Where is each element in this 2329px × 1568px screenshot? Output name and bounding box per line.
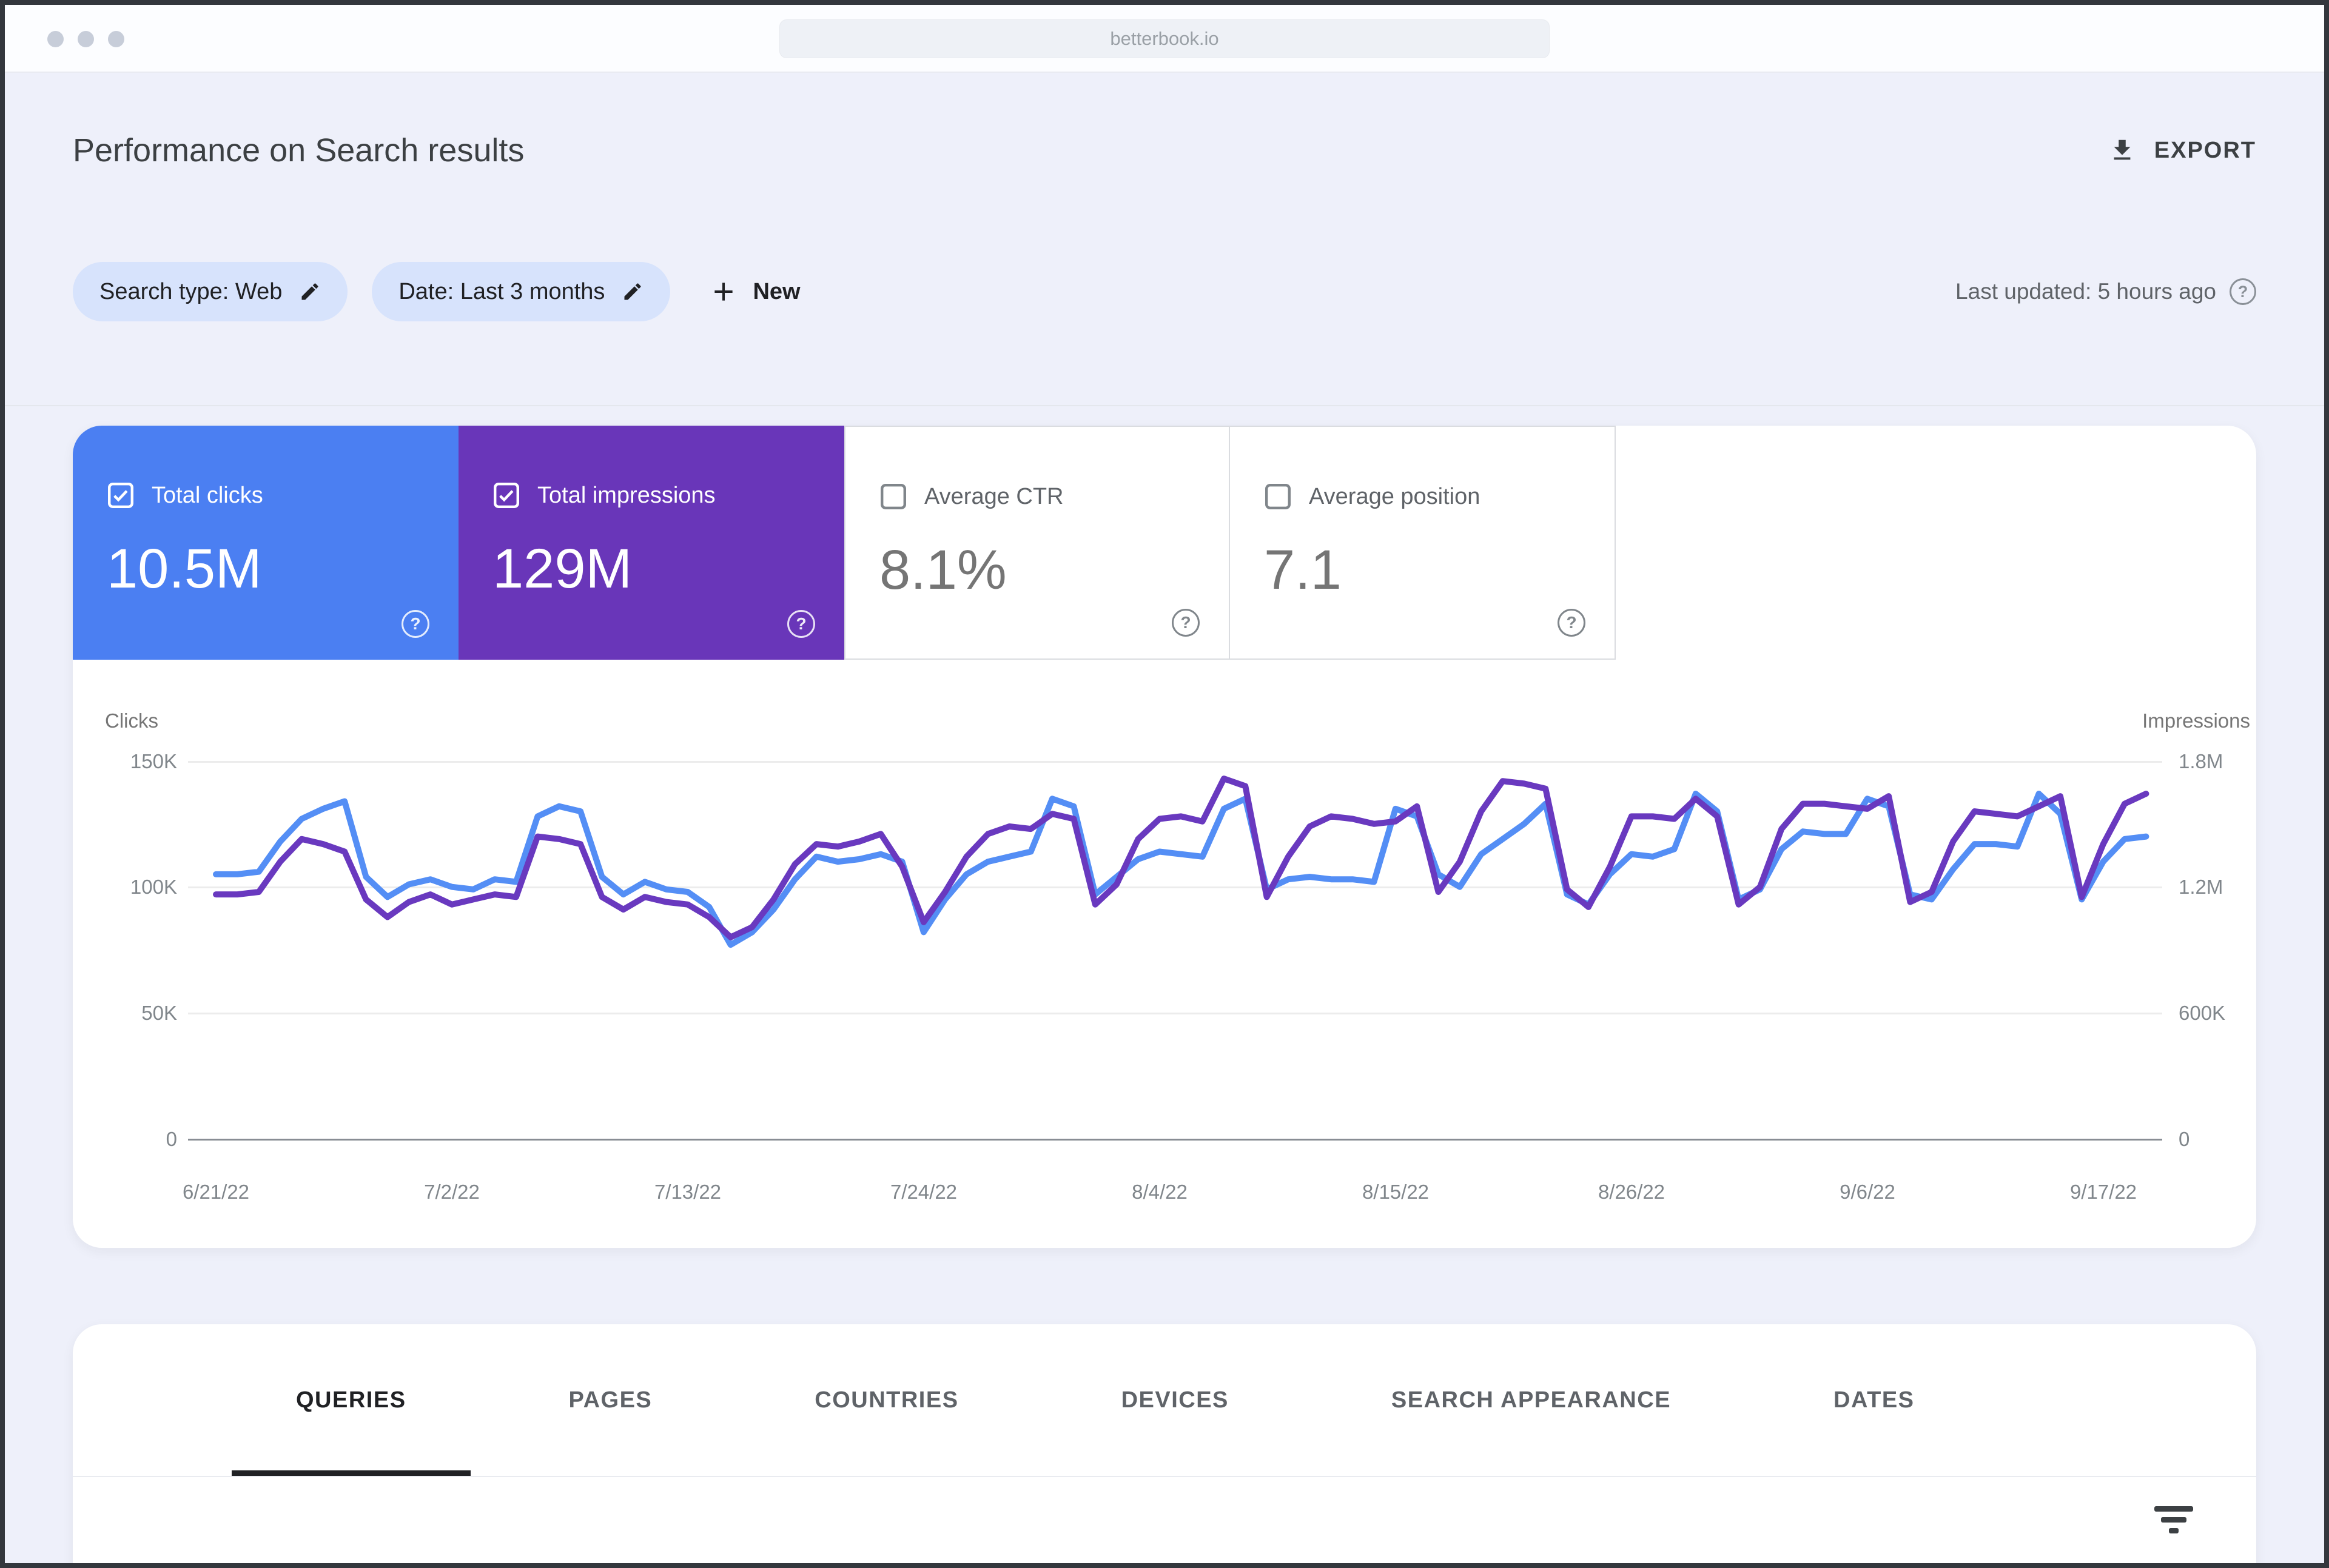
tab-devices[interactable]: DEVICES [1057, 1324, 1293, 1476]
app-window: betterbook.io Performance on Search resu… [0, 0, 2329, 1568]
help-icon[interactable]: ? [2230, 278, 2256, 305]
last-updated-text: Last updated: 5 hours ago [1955, 279, 2216, 304]
tab-queries[interactable]: QUERIES [232, 1324, 471, 1476]
metric-value: 129M [492, 538, 633, 600]
date-range-chip-label: Date: Last 3 months [398, 278, 605, 304]
window-dot-icon[interactable] [78, 31, 94, 47]
new-filter-label: New [753, 278, 801, 304]
metric-tile-total-impressions[interactable]: Total impressions 129M ? [459, 426, 844, 660]
window-dot-icon[interactable] [47, 31, 64, 47]
search-type-chip[interactable]: Search type: Web [73, 262, 348, 321]
window-controls[interactable] [47, 31, 124, 47]
checkbox-unchecked-icon[interactable] [879, 483, 907, 511]
new-filter-button[interactable]: New [710, 278, 801, 305]
tab-dates[interactable]: DATES [1769, 1324, 1978, 1476]
metric-tile-total-clicks[interactable]: Total clicks 10.5M ? [73, 426, 459, 660]
metric-label: Total clicks [152, 482, 263, 508]
metric-label: Average position [1309, 483, 1480, 509]
checkbox-checked-icon[interactable] [492, 481, 520, 509]
checkbox-unchecked-icon[interactable] [1264, 483, 1292, 511]
last-updated: Last updated: 5 hours ago ? [1955, 278, 2256, 305]
metric-tile-average-ctr[interactable]: Average CTR 8.1% ? [844, 426, 1230, 660]
download-icon [2108, 136, 2136, 164]
metric-value: 7.1 [1264, 539, 1342, 601]
export-label: EXPORT [2154, 137, 2256, 163]
active-tab-underline [232, 1470, 471, 1476]
line-impressions [213, 776, 2149, 940]
header-divider [5, 405, 2324, 406]
table-toolbar [73, 1477, 2256, 1563]
dimensions-panel: QUERIES PAGES COUNTRIES DEVICES SEARCH A… [73, 1324, 2256, 1563]
metric-tile-average-position[interactable]: Average position 7.1 ? [1230, 426, 1616, 660]
performance-panel: Total clicks 10.5M ? Total impressions 1… [73, 426, 2256, 1248]
metric-label: Total impressions [537, 482, 716, 508]
pencil-icon[interactable] [622, 281, 644, 303]
help-icon[interactable]: ? [787, 610, 815, 638]
address-bar[interactable]: betterbook.io [779, 19, 1550, 58]
browser-chrome: betterbook.io [5, 5, 2324, 73]
tab-countries[interactable]: COUNTRIES [750, 1324, 1023, 1476]
date-range-chip[interactable]: Date: Last 3 months [372, 262, 671, 321]
tab-pages[interactable]: PAGES [505, 1324, 717, 1476]
export-button[interactable]: EXPORT [2108, 136, 2256, 164]
metric-label: Average CTR [924, 483, 1064, 509]
url-text: betterbook.io [1110, 28, 1219, 49]
page-title: Performance on Search results [73, 132, 525, 169]
tab-search-appearance[interactable]: SEARCH APPEARANCE [1327, 1324, 1735, 1476]
dimension-tabs: QUERIES PAGES COUNTRIES DEVICES SEARCH A… [73, 1324, 2256, 1477]
search-type-chip-label: Search type: Web [99, 278, 283, 304]
help-icon[interactable]: ? [1172, 609, 1200, 637]
performance-chart: Clicks Impressions 150K 100K 50K 0 1.8M … [73, 692, 2256, 1238]
checkbox-checked-icon[interactable] [107, 481, 135, 509]
plus-icon [710, 278, 737, 305]
window-dot-icon[interactable] [108, 31, 124, 47]
help-icon[interactable]: ? [402, 610, 429, 638]
help-icon[interactable]: ? [1558, 609, 1585, 637]
performance-chart-lines [213, 776, 2149, 948]
metric-value: 8.1% [879, 539, 1007, 601]
metric-value: 10.5M [107, 538, 262, 600]
pencil-icon[interactable] [299, 281, 321, 303]
filter-icon[interactable] [2154, 1506, 2193, 1533]
